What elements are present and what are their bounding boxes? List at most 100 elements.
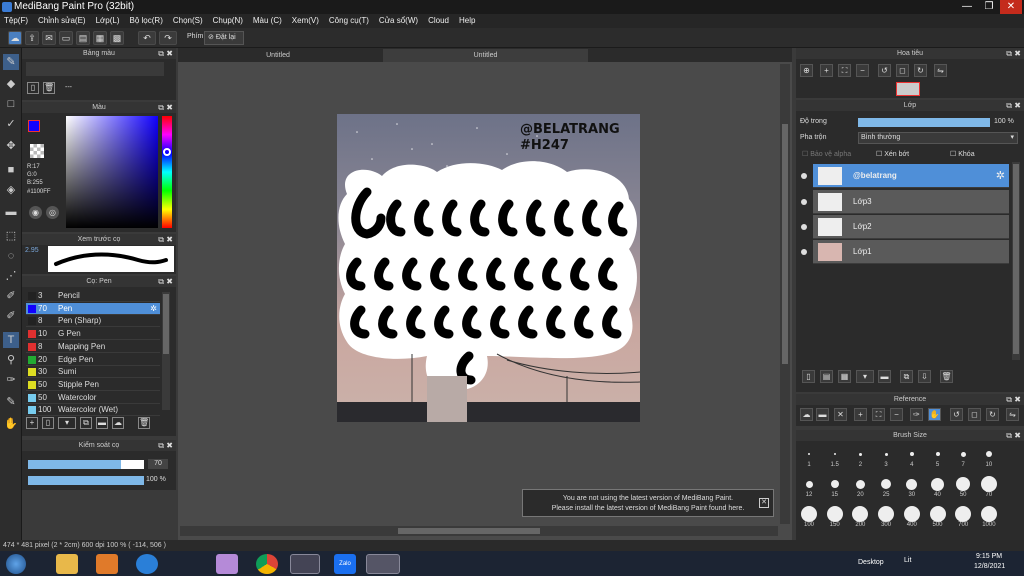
zalo-icon[interactable]: Zalo — [334, 554, 356, 574]
close-icon[interactable]: ✖ — [1014, 430, 1021, 441]
popout-icon[interactable]: ⧉ — [158, 48, 164, 59]
layer-folder-icon[interactable]: ▬ — [878, 370, 891, 383]
color-slider-icon[interactable]: ◎ — [46, 206, 59, 219]
brush-size-option[interactable]: 500 — [927, 506, 949, 528]
ref-reset-icon[interactable]: ◻ — [968, 408, 981, 421]
zoom-in-icon[interactable]: + — [820, 64, 833, 77]
brush-size-option[interactable]: 150 — [824, 506, 846, 528]
brush-size-option[interactable]: 25 — [875, 476, 897, 498]
new-palette-icon[interactable]: ▯ — [27, 82, 39, 94]
rotate-right-icon[interactable]: ↻ — [914, 64, 927, 77]
visibility-icon[interactable] — [801, 224, 807, 230]
fill-rect-icon[interactable]: ■ — [3, 162, 19, 178]
close-icon[interactable]: ✖ — [1014, 100, 1021, 111]
brush-item[interactable]: 8 Pen (Sharp) — [26, 315, 160, 328]
layer-item[interactable]: Lớp3 — [801, 190, 1009, 214]
close-icon[interactable]: ✖ — [1014, 48, 1021, 59]
menu-color[interactable]: Màu (C) — [253, 14, 282, 28]
minimize-button[interactable]: — — [956, 0, 978, 14]
layer-menu-icon[interactable]: ▾ — [856, 370, 874, 383]
brush-size-option[interactable]: 7 — [952, 446, 974, 468]
brush-item[interactable]: 50 Watercolor — [26, 392, 160, 404]
color-wheel-icon[interactable]: ◉ — [29, 206, 42, 219]
ref-rotate-right-icon[interactable]: ↻ — [986, 408, 999, 421]
ref-eyedropper-icon[interactable]: ✑ — [910, 408, 923, 421]
ref-fit-icon[interactable]: ⛶ — [872, 408, 885, 421]
delete-palette-icon[interactable]: 🗑 — [43, 82, 55, 94]
popout-icon[interactable]: ⧉ — [1006, 394, 1012, 405]
text-tool-icon[interactable]: T — [3, 332, 19, 348]
menu-help[interactable]: Help — [459, 14, 475, 28]
drawing-canvas[interactable]: @BELATRANG #H247 — [337, 114, 640, 422]
start-icon[interactable] — [6, 554, 26, 574]
open-ref-icon[interactable]: ▬ — [816, 408, 829, 421]
pen-check-icon[interactable]: ✓ — [3, 116, 19, 132]
brush-size-option[interactable]: 70 — [978, 476, 1000, 498]
popout-icon[interactable]: ⧉ — [158, 276, 164, 287]
comment-icon[interactable]: ▭ — [59, 31, 73, 45]
folder-icon[interactable]: ▬ — [96, 417, 108, 429]
chrome-window-icon[interactable] — [290, 554, 320, 574]
layer-item[interactable]: Lớp2 — [801, 215, 1009, 239]
fit-screen-icon[interactable]: ⛶ — [838, 64, 851, 77]
menu-file[interactable]: Tệp(F) — [4, 14, 28, 28]
brush-item[interactable]: 20 Edge Pen — [26, 354, 160, 366]
brush-size-option[interactable]: 40 — [927, 476, 949, 498]
zoom-fit-icon[interactable]: ⊕ — [800, 64, 813, 77]
rotate-left-icon[interactable]: ↺ — [878, 64, 891, 77]
ref-zoom-in-icon[interactable]: + — [854, 408, 867, 421]
notice-close-icon[interactable]: ✕ — [759, 498, 769, 508]
brush-size-option[interactable]: 3 — [875, 446, 897, 468]
menu-tools[interactable]: Công cụ(T) — [329, 14, 369, 28]
menu-edit[interactable]: Chỉnh sửa(E) — [38, 14, 86, 28]
layer-item[interactable]: @belatrang ✲ — [801, 164, 1009, 188]
brush-size-option[interactable]: 700 — [952, 506, 974, 528]
brush-size-option[interactable]: 10 — [978, 446, 1000, 468]
brush-size-option[interactable]: 15 — [824, 476, 846, 498]
brush-item[interactable]: 100 Watercolor (Wet) — [26, 404, 160, 417]
visibility-icon[interactable] — [801, 173, 807, 179]
paint-icon[interactable] — [216, 554, 238, 574]
brush-size-option[interactable]: 20 — [849, 476, 871, 498]
close-ref-icon[interactable]: ✕ — [834, 408, 847, 421]
size-value[interactable]: 70 — [148, 459, 168, 469]
cloud-ref-icon[interactable]: ☁ — [800, 408, 813, 421]
gear-icon[interactable]: ✲ — [996, 169, 1005, 182]
ref-flip-icon[interactable]: ⇋ — [1006, 408, 1019, 421]
update-notice[interactable]: You are not using the latest version of … — [522, 489, 774, 517]
cloud-icon[interactable]: ☁ — [8, 31, 22, 45]
flip-icon[interactable]: ⇋ — [934, 64, 947, 77]
blend-select[interactable]: Bình thường ▾ — [858, 132, 1018, 144]
chat-icon[interactable]: ✉ — [42, 31, 56, 45]
rect-tool-icon[interactable]: □ — [3, 96, 19, 112]
brush-size-option[interactable]: 100 — [798, 506, 820, 528]
close-icon[interactable]: ✖ — [166, 48, 173, 59]
brush-item[interactable]: 3 Pencil — [26, 290, 160, 302]
brush-size-option[interactable]: 200 — [849, 506, 871, 528]
brush-tool-icon[interactable]: ✎ — [3, 54, 19, 70]
popout-icon[interactable]: ⧉ — [1006, 100, 1012, 111]
new-layer-type-icon[interactable]: ▤ — [820, 370, 833, 383]
gradient-tool-icon[interactable]: ▬ — [3, 204, 19, 220]
close-button[interactable]: ✕ — [1000, 0, 1022, 14]
close-icon[interactable]: ✖ — [166, 234, 173, 245]
new-brush-icon[interactable]: ▯ — [42, 417, 54, 429]
brush-size-option[interactable]: 5 — [927, 446, 949, 468]
brush-size-option[interactable]: 300 — [875, 506, 897, 528]
copy-brush-icon[interactable]: ⧉ — [80, 417, 92, 429]
menu-view[interactable]: Xem(V) — [292, 14, 319, 28]
brush-size-option[interactable]: 2 — [849, 446, 871, 468]
brush-item[interactable]: 8 Mapping Pen — [26, 341, 160, 353]
brush-item[interactable]: 30 Sumi — [26, 366, 160, 379]
brush-scrollbar[interactable] — [162, 292, 170, 410]
brush-size-option[interactable]: 1000 — [978, 506, 1000, 528]
zoom-out-icon[interactable]: − — [856, 64, 869, 77]
brush-size-option[interactable]: 1.5 — [824, 446, 846, 468]
menu-select[interactable]: Chọn(S) — [173, 14, 203, 28]
brush-size-option[interactable]: 4 — [901, 446, 923, 468]
new-layer-icon[interactable]: ▯ — [802, 370, 815, 383]
horizontal-scrollbar[interactable] — [180, 526, 778, 536]
select-rect-icon[interactable]: ⬚ — [3, 228, 19, 244]
lock-checkbox[interactable]: ☐ Khóa — [950, 150, 975, 158]
close-icon[interactable]: ✖ — [166, 102, 173, 113]
